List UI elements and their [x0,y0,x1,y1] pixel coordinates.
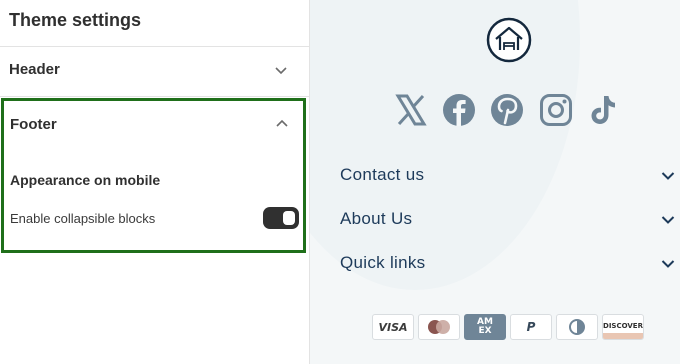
footer-link-about-us[interactable]: About Us [310,204,680,234]
divider [0,46,310,47]
section-header-label: Header [9,61,60,78]
footer-link-label: Quick links [340,253,426,272]
chevron-down-icon [274,63,288,77]
section-footer[interactable]: Footer [4,101,303,145]
x-icon[interactable] [394,93,428,127]
instagram-icon[interactable] [539,93,573,127]
diners-icon [556,314,598,340]
divider [0,96,310,97]
chevron-down-icon [661,169,675,181]
chevron-up-icon [275,117,289,131]
footer-link-contact-us[interactable]: Contact us [310,160,680,190]
section-footer-label: Footer [10,116,57,133]
chevron-down-icon [661,213,675,225]
amex-icon: AM EX [464,314,506,340]
background-shape [310,0,580,290]
discover-icon: DISCOVER [602,314,644,340]
collapsible-toggle-label: Enable collapsible blocks [10,211,156,226]
toggle-knob [283,211,295,225]
home-icon[interactable] [486,17,532,63]
theme-settings-panel: Theme settings Header Footer Appearance … [0,0,310,364]
footer-preview: Contact us About Us Quick links VISA AM … [310,0,680,364]
pinterest-icon[interactable] [490,93,524,127]
footer-link-quick-links[interactable]: Quick links [310,248,680,278]
footer-link-label: Contact us [340,165,425,184]
facebook-icon[interactable] [442,93,476,127]
collapsible-blocks-toggle[interactable] [263,207,299,229]
footer-section-highlight: Footer Appearance on mobile Enable colla… [1,98,306,253]
panel-title: Theme settings [9,10,142,30]
discover-stripe [603,333,643,339]
visa-icon: VISA [372,314,414,340]
paypal-icon: P [510,314,552,340]
footer-link-label: About Us [340,209,413,228]
chevron-down-icon [661,257,675,269]
section-header[interactable]: Header [0,48,310,92]
appearance-mobile-title: Appearance on mobile [10,172,161,188]
mastercard-icon [418,314,460,340]
tiktok-icon[interactable] [586,93,620,127]
